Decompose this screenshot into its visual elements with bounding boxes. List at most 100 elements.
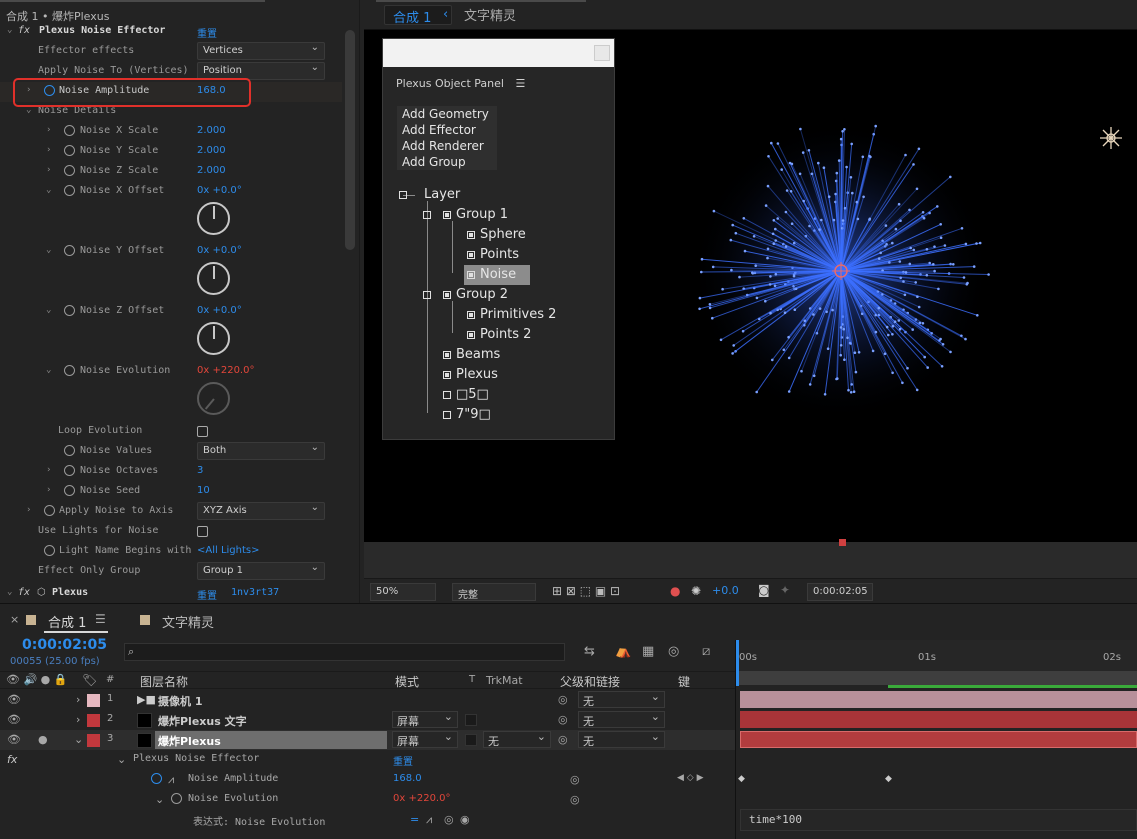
- add-effector-button[interactable]: Add Effector: [397, 122, 497, 138]
- layer-bar[interactable]: [740, 731, 1137, 748]
- layer-name[interactable]: 摄像机 1: [158, 693, 202, 709]
- expression-editor[interactable]: time*100: [740, 809, 1137, 831]
- noise-x-scale-value[interactable]: 2.000: [197, 125, 226, 136]
- draft-3d-icon[interactable]: ⛺: [615, 644, 631, 659]
- stopwatch-icon[interactable]: [64, 185, 75, 196]
- blend-mode-dropdown[interactable]: 屏幕: [392, 710, 458, 728]
- scrollbar[interactable]: [345, 30, 355, 250]
- keyframe-icon[interactable]: ◆: [738, 774, 745, 784]
- expression-language-menu-icon[interactable]: ◉: [460, 813, 470, 826]
- pick-whip-icon[interactable]: ◎: [570, 773, 580, 786]
- tree-item-beams[interactable]: Beams: [456, 347, 500, 362]
- expand-chevron-icon[interactable]: ›: [46, 165, 51, 175]
- time-ruler[interactable]: 00s 01s 02s: [735, 640, 1137, 671]
- position-handle[interactable]: [839, 539, 846, 546]
- noise-x-offset-value[interactable]: 0x +0.0°: [197, 185, 242, 196]
- stopwatch-icon[interactable]: [64, 465, 75, 476]
- resolution-dropdown[interactable]: 完整: [452, 583, 536, 601]
- noise-seed-value[interactable]: 10: [197, 485, 210, 496]
- add-group-button[interactable]: Add Group: [397, 154, 497, 170]
- property-row[interactable]: ⌄ Noise Evolution 0x +220.0° ◎: [0, 790, 735, 810]
- exposure-value[interactable]: +0.0: [712, 584, 739, 597]
- expression-toggle-icon[interactable]: =: [410, 813, 419, 826]
- layer-color-swatch[interactable]: [87, 734, 100, 747]
- blend-mode-dropdown[interactable]: 屏幕: [392, 730, 458, 748]
- noise-y-scale-value[interactable]: 2.000: [197, 145, 226, 156]
- tree-item-group-2[interactable]: Group 2: [456, 287, 508, 302]
- parent-dropdown[interactable]: 无: [578, 690, 665, 708]
- property-value[interactable]: 0x +220.0°: [393, 793, 450, 804]
- angle-dial[interactable]: [197, 202, 230, 235]
- stopwatch-icon[interactable]: [64, 445, 75, 456]
- noise-octaves-value[interactable]: 3: [197, 465, 203, 476]
- stopwatch-icon[interactable]: [44, 545, 55, 556]
- close-button[interactable]: [594, 45, 610, 61]
- stopwatch-icon[interactable]: [44, 505, 55, 516]
- color-channels-icon[interactable]: ●: [670, 584, 680, 598]
- tree-item-plexus[interactable]: Plexus: [456, 367, 498, 382]
- expression-row[interactable]: 表达式: Noise Evolution = ⩘ ◎ ◉: [0, 810, 735, 830]
- tree-item-layer[interactable]: Layer: [424, 187, 460, 202]
- layer-name-header[interactable]: 图层名称: [140, 673, 188, 690]
- angle-dial[interactable]: [197, 382, 230, 415]
- trkmat-dropdown[interactable]: 无: [483, 730, 551, 748]
- eye-icon[interactable]: 👁: [7, 693, 21, 706]
- panel-titlebar[interactable]: [383, 39, 614, 67]
- work-area-bar[interactable]: [735, 671, 1137, 685]
- apply-noise-axis-dropdown[interactable]: XYZ Axis: [197, 502, 325, 520]
- pick-whip-icon[interactable]: ◎: [570, 793, 580, 806]
- stopwatch-icon[interactable]: [151, 773, 162, 784]
- tree-item-group-1[interactable]: Group 1: [456, 207, 508, 222]
- property-value[interactable]: 168.0: [393, 773, 422, 784]
- collapse-chevron-icon[interactable]: ⌄: [46, 305, 51, 315]
- current-time-indicator[interactable]: [736, 640, 739, 686]
- parent-dropdown[interactable]: 无: [578, 710, 665, 728]
- graph-editor-icon[interactable]: ⧄: [702, 644, 710, 659]
- noise-z-offset-value[interactable]: 0x +0.0°: [197, 305, 242, 316]
- reset-link[interactable]: 重置: [393, 753, 413, 768]
- layer-bar[interactable]: [740, 711, 1137, 728]
- reset-link[interactable]: 重置: [197, 25, 217, 40]
- zoom-dropdown[interactable]: 50%: [370, 583, 436, 601]
- preserve-transparency-toggle[interactable]: [465, 734, 477, 746]
- stopwatch-icon[interactable]: [64, 365, 75, 376]
- effect-header-row[interactable]: ⌄ fx Plexus Noise Effector 重置: [0, 22, 342, 42]
- stopwatch-icon[interactable]: [64, 305, 75, 316]
- tab-comp-1[interactable]: 合成 1: [48, 612, 86, 631]
- light-icon[interactable]: [1100, 127, 1122, 149]
- collapse-chevron-icon[interactable]: ⌄: [155, 793, 164, 806]
- tree-item-noise[interactable]: Noise: [480, 267, 516, 282]
- plexus-effect-row[interactable]: ⌄ fx ⬡ Plexus 重置 1nv3rt37: [0, 584, 342, 603]
- layer-name[interactable]: 爆炸Plexus: [158, 733, 221, 749]
- noise-values-dropdown[interactable]: Both: [197, 442, 325, 460]
- stopwatch-icon[interactable]: [64, 485, 75, 496]
- collapse-chevron-icon[interactable]: ⌄: [7, 587, 12, 597]
- effector-effects-dropdown[interactable]: Vertices: [197, 42, 325, 60]
- tree-item-points-2[interactable]: Points 2: [480, 327, 531, 342]
- expression-graph-icon[interactable]: ⩘: [426, 813, 432, 827]
- fx-icon[interactable]: fx: [7, 753, 17, 766]
- noise-evolution-value[interactable]: 0x +220.0°: [197, 365, 254, 376]
- tree-item-79[interactable]: 7"9□: [456, 407, 491, 422]
- add-geometry-button[interactable]: Add Geometry: [397, 106, 497, 122]
- close-tab-icon[interactable]: ×: [10, 613, 19, 626]
- stopwatch-icon[interactable]: [64, 125, 75, 136]
- snapshot-toggles-icon[interactable]: ⊞ ⊠ ⬚ ▣ ⊡: [552, 584, 620, 598]
- exposure-reset-icon[interactable]: ✺: [691, 584, 701, 598]
- graph-icon[interactable]: ⩘: [168, 773, 174, 787]
- property-row[interactable]: ⩘ Noise Amplitude 168.0 ◎ ◀ ◇ ▶: [0, 770, 735, 790]
- expand-chevron-icon[interactable]: ›: [76, 693, 80, 706]
- collapse-chevron-icon[interactable]: ⌄: [74, 733, 83, 746]
- stopwatch-icon[interactable]: [64, 245, 75, 256]
- layer-color-swatch[interactable]: [87, 714, 100, 727]
- loop-evolution-checkbox[interactable]: [197, 426, 208, 437]
- eye-icon[interactable]: 👁: [7, 713, 21, 726]
- tree-item-sphere[interactable]: Sphere: [480, 227, 526, 242]
- use-lights-checkbox[interactable]: [197, 526, 208, 537]
- hamburger-menu-icon[interactable]: ☰: [515, 77, 525, 90]
- tree-item-primitives-2[interactable]: Primitives 2: [480, 307, 556, 322]
- current-timecode[interactable]: 0:00:02:05: [22, 637, 107, 653]
- angle-dial[interactable]: [197, 322, 230, 355]
- collapse-chevron-icon[interactable]: ⌄: [117, 753, 126, 766]
- expand-chevron-icon[interactable]: ›: [46, 125, 51, 135]
